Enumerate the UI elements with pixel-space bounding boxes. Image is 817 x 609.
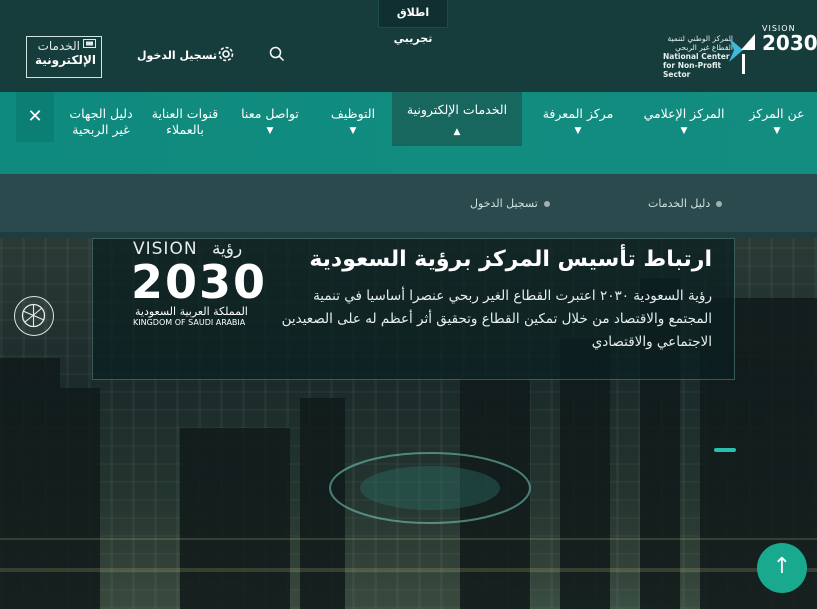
site-header: اطلاق تجريبي الخدمات الإلكترونية تسجيل ا… xyxy=(0,0,817,92)
nav-item-label: عن المركز xyxy=(749,106,805,121)
chevron-down-icon: ▼ xyxy=(266,126,274,136)
submenu-item-label: تسجيل الدخول xyxy=(470,197,538,210)
hero-body: رؤية السعودية ٢٠٣٠ اعتبرت القطاع الغير ر… xyxy=(281,288,712,350)
nav-item-customer-care[interactable]: قنوات العناية بالعملاء xyxy=(150,92,220,174)
nav-item-about[interactable]: عن المركز ▼ xyxy=(737,92,817,174)
badge-kingdom-en: KINGDOM OF SAUDI ARABIA xyxy=(133,318,246,327)
close-icon[interactable]: ✕ xyxy=(16,92,54,142)
nav-item-nonprofit-directory[interactable]: دليل الجهات غير الربحية xyxy=(60,92,142,174)
submenu-item-label: دليل الخدمات xyxy=(648,197,711,210)
monitor-icon xyxy=(83,39,96,53)
badge-kingdom-ar: المملكة العربية السعودية xyxy=(135,305,248,318)
chevron-down-icon: ▼ xyxy=(773,126,781,136)
nav-item-knowledge-center[interactable]: مركز المعرفة ▼ xyxy=(528,92,628,174)
nav-item-media-center[interactable]: المركز الإعلامي ▼ xyxy=(636,92,732,174)
chevron-up-icon: ▲ xyxy=(453,127,461,137)
org-logo[interactable]: المركز الوطني لتنمية القطاع غير الربحي N… xyxy=(640,28,755,79)
vision-logo-year: 2030 xyxy=(762,31,817,55)
vision-2030-badge: VISION رؤية 2030 المملكة العربية السعودي… xyxy=(111,239,267,339)
eservices-logo-line1: الخدمات xyxy=(37,39,80,53)
eservices-logo-line2: الإلكترونية xyxy=(34,53,96,67)
hero-card: VISION رؤية 2030 المملكة العربية السعودي… xyxy=(92,238,735,380)
badge-year: 2030 xyxy=(131,255,268,309)
submenu-item-services-guide[interactable]: دليل الخدمات xyxy=(648,197,723,210)
globe-icon[interactable] xyxy=(14,296,54,336)
search-icon[interactable] xyxy=(268,45,286,63)
eservices-logo[interactable]: الخدمات الإلكترونية xyxy=(26,36,102,78)
submenu: دليل الخدمات تسجيل الدخول xyxy=(0,174,817,238)
nav-item-eservices[interactable]: الخدمات الإلكترونية ▲ xyxy=(392,92,522,146)
org-logo-arabic: المركز الوطني لتنمية القطاع غير الربحي xyxy=(667,34,733,52)
scroll-top-button[interactable]: ↑ xyxy=(757,543,807,593)
nav-item-label: المركز الإعلامي xyxy=(643,106,725,121)
chevron-down-icon: ▼ xyxy=(574,126,582,136)
nav-item-label: دليل الجهات غير الربحية xyxy=(69,106,133,137)
nav-item-label: تواصل معنا xyxy=(241,106,299,121)
nav-item-label: الخدمات الإلكترونية xyxy=(406,102,508,117)
hero-title: ارتباط تأسيس المركز برؤية السعودية xyxy=(309,247,712,272)
org-emblem-icon xyxy=(729,34,755,74)
nav-item-contact[interactable]: تواصل معنا ▼ xyxy=(228,92,312,174)
bullet-icon xyxy=(543,201,550,207)
nav-item-label: التوظيف xyxy=(330,106,376,121)
bullet-icon xyxy=(716,201,723,207)
arrow-up-icon: ↑ xyxy=(772,554,792,579)
slider-indicator[interactable] xyxy=(714,448,736,452)
main-nav: عن المركز ▼ المركز الإعلامي ▼ مركز المعر… xyxy=(0,92,817,174)
chevron-down-icon: ▼ xyxy=(680,126,688,136)
nav-item-label: قنوات العناية بالعملاء xyxy=(151,106,219,137)
org-logo-english: National Center for Non-Profit Sector xyxy=(663,52,730,79)
login-link[interactable]: تسجيل الدخول xyxy=(137,49,217,62)
nav-item-jobs[interactable]: التوظيف ▼ xyxy=(320,92,386,174)
vision-2030-logo[interactable]: VISION 2030 xyxy=(762,24,817,74)
nav-item-label: مركز المعرفة xyxy=(542,106,614,121)
beta-badge: اطلاق تجريبي xyxy=(378,0,448,45)
gear-icon[interactable] xyxy=(217,45,235,63)
chevron-down-icon: ▼ xyxy=(349,126,357,136)
submenu-item-login[interactable]: تسجيل الدخول xyxy=(470,197,550,210)
